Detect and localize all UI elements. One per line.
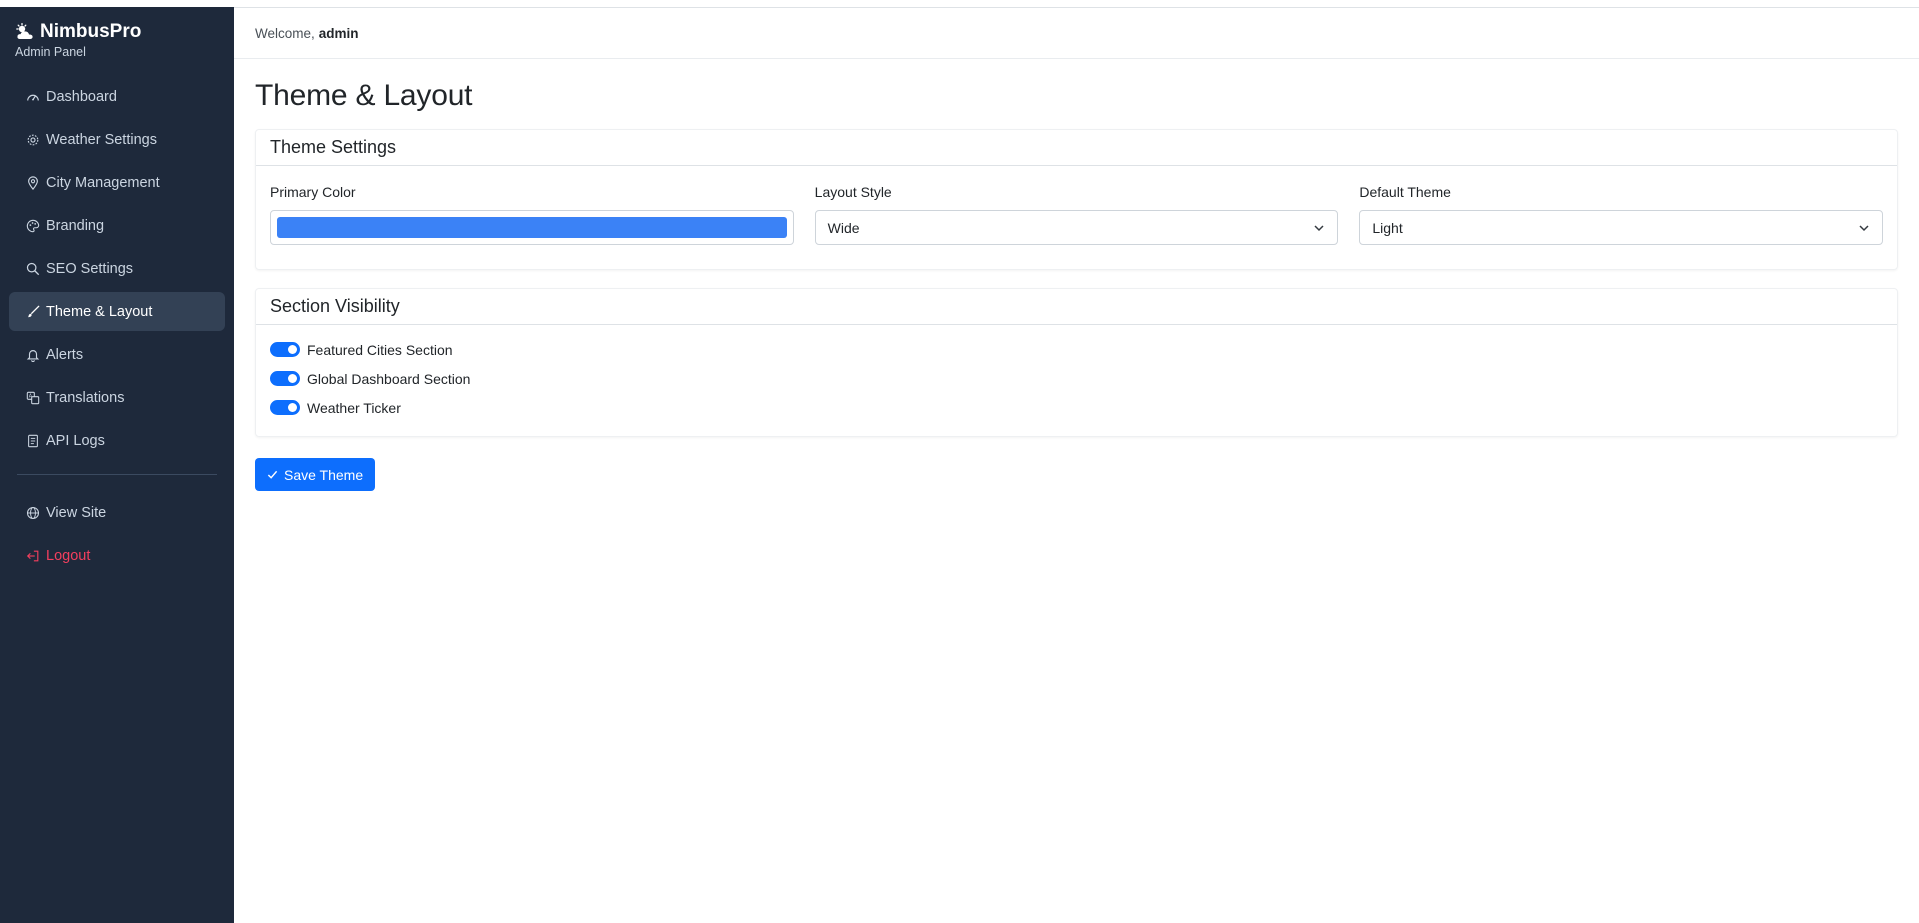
brush-icon: [28, 305, 40, 317]
app-root: NimbusPro Admin Panel Dashboard Weather …: [0, 0, 1919, 923]
sidebar-nav: Dashboard Weather Settings City Manageme…: [9, 77, 225, 460]
layout-style-select[interactable]: Wide: [814, 210, 1339, 245]
brand-subtitle: Admin Panel: [15, 45, 86, 59]
default-theme-select[interactable]: Light: [1359, 210, 1884, 245]
default-theme-field: Default Theme Light: [1359, 184, 1884, 245]
topbar: Welcome, admin: [234, 7, 1919, 59]
brand-name: NimbusPro: [40, 21, 142, 42]
toggle-row-weather-ticker: Weather Ticker: [270, 393, 1883, 422]
sidebar-item-weather-settings[interactable]: Weather Settings: [9, 120, 225, 159]
palette-icon: [26, 219, 40, 232]
logout-icon: [26, 550, 39, 561]
search-icon: [26, 262, 40, 275]
page-title: Theme & Layout: [255, 79, 473, 112]
color-swatch: [277, 217, 787, 238]
sidebar-item-city-management[interactable]: City Management: [9, 163, 225, 202]
cloud-sun-icon: [15, 23, 35, 41]
sidebar-item-label: Translations: [46, 389, 125, 406]
toggle-label: Weather Ticker: [307, 399, 401, 416]
weather-ticker-toggle[interactable]: [270, 400, 300, 415]
translate-icon: A: [26, 391, 40, 404]
sidebar-item-label: View Site: [46, 504, 107, 521]
gear-icon: [27, 134, 39, 145]
sidebar-item-dashboard[interactable]: Dashboard: [9, 77, 225, 116]
primary-color-field: Primary Color: [270, 184, 794, 245]
sidebar-item-alerts[interactable]: Alerts: [9, 335, 225, 374]
sidebar-item-label: Branding: [46, 217, 105, 234]
sidebar-item-label: City Management: [46, 174, 160, 191]
toggle-row-global-dashboard: Global Dashboard Section: [270, 364, 1883, 393]
sidebar-item-logout[interactable]: Logout: [9, 536, 225, 575]
select-value: Wide: [827, 219, 860, 236]
sidebar-divider: [17, 474, 217, 475]
field-label: Primary Color: [270, 184, 356, 200]
sidebar-item-view-site[interactable]: View Site: [9, 493, 225, 532]
bell-icon: [26, 349, 40, 362]
featured-cities-toggle[interactable]: [270, 342, 300, 357]
sidebar-item-label: SEO Settings: [46, 260, 134, 277]
speedometer-icon: [27, 94, 39, 101]
save-button-label: Save Theme: [284, 466, 364, 483]
check-icon: [267, 470, 278, 479]
sidebar-item-label: Weather Settings: [46, 131, 157, 148]
card-header: Theme Settings: [256, 130, 1897, 166]
theme-settings-card: Theme Settings Primary Color Layout Styl…: [255, 129, 1898, 270]
page-content: Theme & Layout Theme Settings Primary Co…: [234, 59, 1919, 491]
main-area: Welcome, admin Theme & Layout Theme Sett…: [234, 7, 1919, 923]
field-label: Layout Style: [814, 184, 892, 200]
welcome-text: Welcome,: [255, 25, 315, 41]
card-header: Section Visibility: [256, 289, 1897, 325]
global-dashboard-toggle[interactable]: [270, 371, 300, 386]
map-pin-icon: [28, 175, 38, 190]
sidebar-item-translations[interactable]: A Translations: [9, 378, 225, 417]
document-icon: [28, 434, 38, 447]
select-value: Light: [1372, 219, 1403, 236]
toggle-label: Global Dashboard Section: [307, 370, 471, 387]
chevron-down-icon: [1859, 224, 1869, 231]
toggle-row-featured-cities: Featured Cities Section: [270, 335, 1883, 364]
sidebar-item-label: Logout: [46, 547, 91, 564]
globe-icon: [26, 506, 40, 519]
field-label: Default Theme: [1359, 184, 1451, 200]
sidebar-item-label: Alerts: [46, 346, 84, 363]
toggle-label: Featured Cities Section: [307, 341, 453, 358]
chevron-down-icon: [1314, 224, 1324, 231]
save-theme-button[interactable]: Save Theme: [255, 458, 376, 491]
sidebar-item-seo-settings[interactable]: SEO Settings: [9, 249, 225, 288]
sidebar-item-branding[interactable]: Branding: [9, 206, 225, 245]
sidebar-footer-nav: View Site Logout: [9, 493, 225, 575]
section-visibility-card: Section Visibility Featured Cities Secti…: [255, 288, 1898, 437]
sidebar-item-theme-layout[interactable]: Theme & Layout: [9, 292, 225, 331]
sidebar: NimbusPro Admin Panel Dashboard Weather …: [0, 7, 234, 923]
brand: NimbusPro Admin Panel: [9, 21, 225, 59]
sidebar-item-label: API Logs: [46, 432, 105, 449]
layout-style-field: Layout Style Wide: [814, 184, 1339, 245]
sidebar-item-label: Theme & Layout: [46, 303, 153, 320]
username: admin: [318, 25, 359, 41]
sidebar-item-api-logs[interactable]: API Logs: [9, 421, 225, 460]
primary-color-input[interactable]: [270, 210, 794, 245]
sidebar-item-label: Dashboard: [46, 88, 117, 105]
